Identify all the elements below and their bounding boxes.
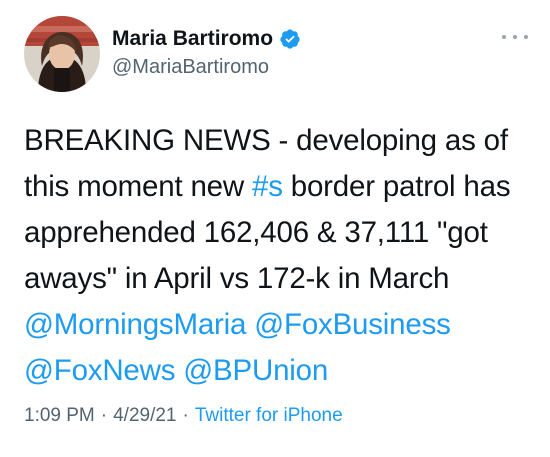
tweet-line-6: @FoxNews @BPUnion — [24, 348, 534, 394]
tweet-line-1: BREAKING NEWS - developing as of — [24, 124, 508, 157]
mention-link-bpunion[interactable]: @BPUnion — [183, 354, 328, 387]
avatar-image — [24, 16, 100, 92]
tweet-text: BREAKING NEWS - developing as of this mo… — [24, 118, 534, 394]
verified-badge-icon — [279, 28, 301, 50]
author-name-row[interactable]: Maria Bartiromo — [112, 24, 301, 54]
more-dot — [513, 35, 517, 39]
tweet-line-3: apprehended 162,406 & 37,111 "got — [24, 216, 488, 249]
meta-separator: · — [182, 405, 189, 426]
more-dot — [524, 35, 528, 39]
meta-separator: · — [100, 405, 108, 426]
tweet-line-2: this moment new #s border patrol has — [24, 164, 534, 210]
tweet-line-5: @MorningsMaria @FoxBusiness — [24, 302, 534, 348]
tweet-meta: 1:09 PM · 4/29/21 · Twitter for iPhone — [24, 405, 343, 427]
tweet-text-segment: border patrol has — [282, 170, 511, 203]
user-handle[interactable]: @MariaBartiromo — [112, 56, 269, 79]
avatar[interactable] — [24, 16, 100, 92]
mention-link-foxbusiness[interactable]: @FoxBusiness — [254, 308, 451, 341]
mention-link-foxnews[interactable]: @FoxNews — [24, 354, 175, 387]
tweet-text-segment: this moment new — [24, 170, 252, 203]
hashtag-link[interactable]: #s — [252, 170, 283, 203]
tweet-card: Maria Bartiromo @MariaBartiromo BREAKING… — [0, 0, 550, 457]
display-name[interactable]: Maria Bartiromo — [112, 27, 273, 51]
more-options-icon[interactable] — [502, 32, 528, 42]
tweet-time[interactable]: 1:09 PM — [24, 405, 95, 426]
tweet-date[interactable]: 4/29/21 — [113, 405, 176, 426]
tweet-line-4: aways" in April vs 172-k in March — [24, 262, 450, 295]
more-dot — [502, 35, 506, 39]
tweet-source-link[interactable]: Twitter for iPhone — [195, 405, 343, 426]
mention-link-morningsmaria[interactable]: @MorningsMaria — [24, 308, 246, 341]
